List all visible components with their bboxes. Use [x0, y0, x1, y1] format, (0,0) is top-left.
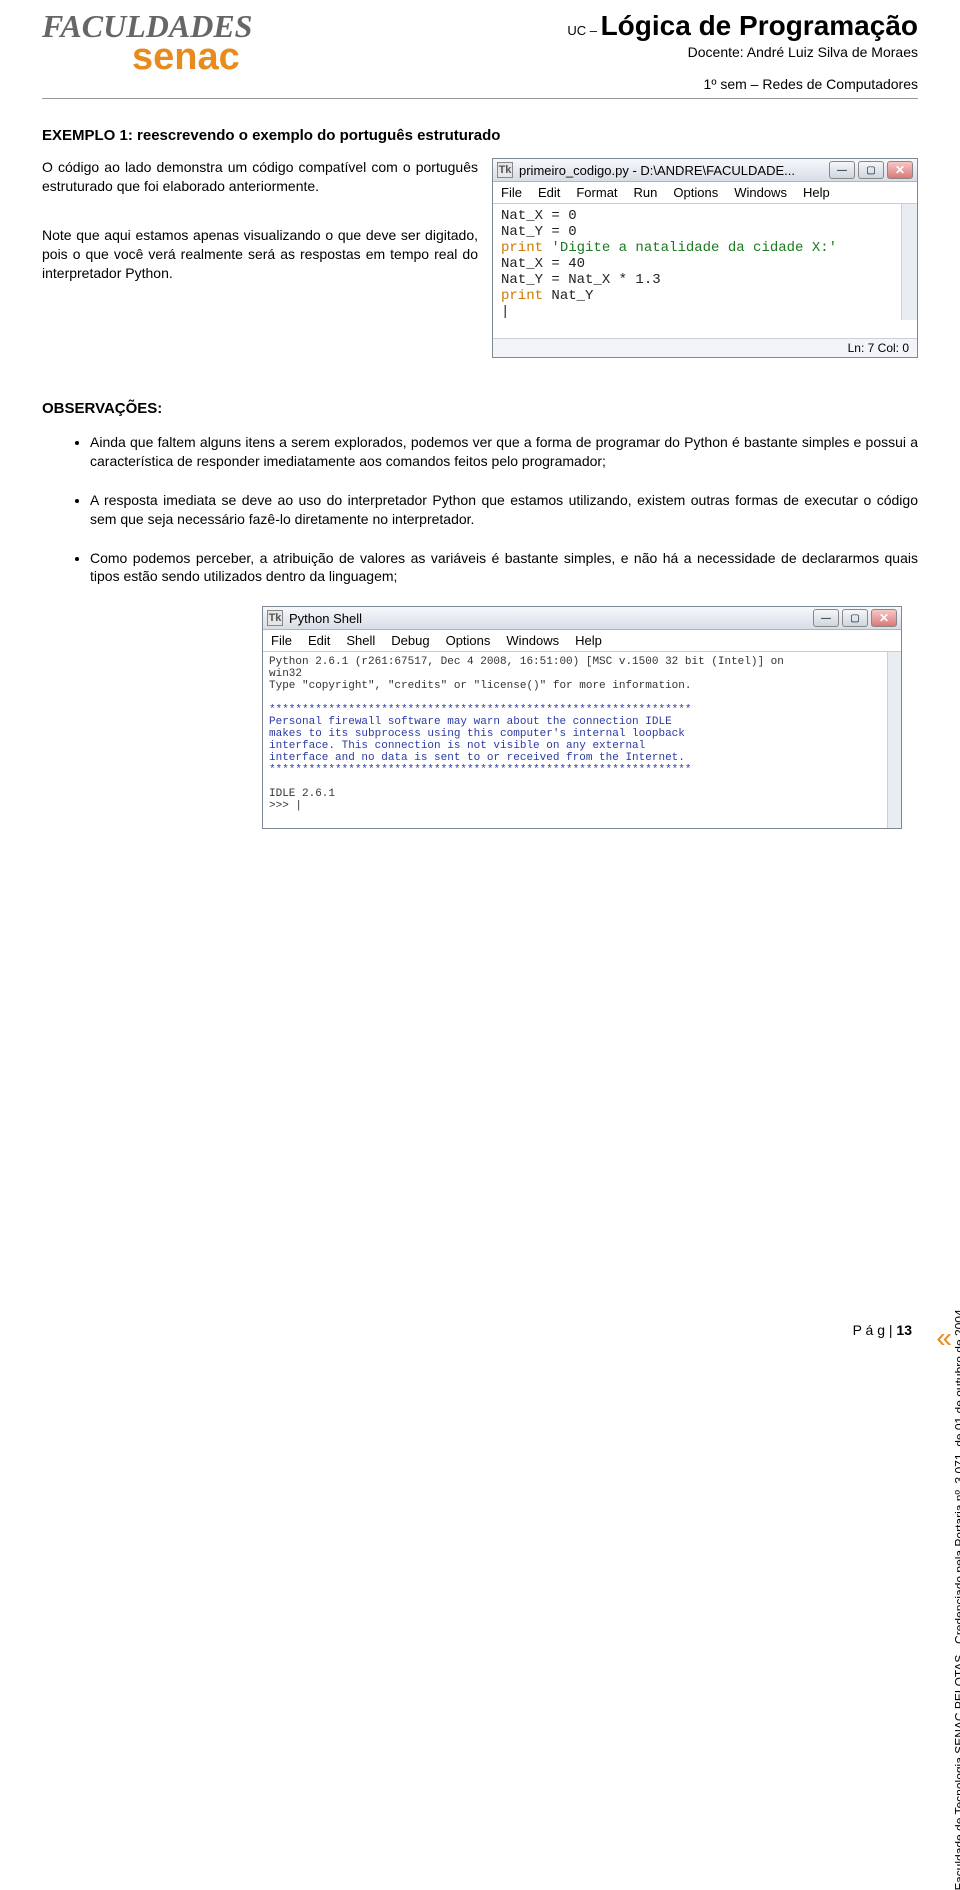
menu-windows[interactable]: Windows	[506, 633, 559, 648]
logo: FACULDADES senac	[42, 10, 302, 74]
page-number: P á g | 13	[853, 1322, 912, 1338]
shell-line: IDLE 2.6.1	[269, 788, 895, 800]
shell-line: ****************************************…	[269, 704, 895, 716]
menu-edit[interactable]: Edit	[308, 633, 330, 648]
list-item: Ainda que faltem alguns itens a serem ex…	[90, 433, 918, 471]
shell-title: Python Shell	[289, 611, 362, 626]
minimize-button[interactable]: —	[829, 161, 855, 179]
logo-bottom: senac	[132, 40, 302, 74]
statusbar: Ln: 7 Col: 0	[493, 338, 917, 357]
code-area[interactable]: Nat_X = 0 Nat_Y = 0 print 'Digite a nata…	[493, 204, 917, 338]
idle-editor-window: Tk primeiro_codigo.py - D:\ANDRE\FACULDA…	[492, 158, 918, 358]
shell-line: win32	[269, 668, 895, 680]
code-line: print Nat_Y	[501, 288, 909, 304]
observacoes-list: Ainda que faltem alguns itens a serem ex…	[42, 433, 918, 586]
code-line: Nat_Y = 0	[501, 224, 909, 240]
minimize-button[interactable]: —	[813, 609, 839, 627]
window-title: primeiro_codigo.py - D:\ANDRE\FACULDADE.…	[519, 163, 795, 178]
vertical-credit: Faculdade de Tecnologia SENAC PELOTAS - …	[938, 560, 952, 1320]
code-line: Nat_Y = Nat_X * 1.3	[501, 272, 909, 288]
para2: Note que aqui estamos apenas visualizand…	[42, 226, 478, 283]
example-title: EXEMPLO 1: reescrevendo o exemplo do por…	[42, 127, 918, 144]
menu-debug[interactable]: Debug	[391, 633, 429, 648]
python-shell-window: Tk Python Shell — ▢ ✕ File Edit Shell De…	[262, 606, 902, 829]
shell-titlebar[interactable]: Tk Python Shell — ▢ ✕	[263, 607, 901, 630]
maximize-button[interactable]: ▢	[842, 609, 868, 627]
list-item: Como podemos perceber, a atribuição de v…	[90, 549, 918, 587]
page-header: FACULDADES senac UC – Lógica de Programa…	[42, 10, 918, 99]
code-line: Nat_X = 40	[501, 256, 909, 272]
uc-title: Lógica de Programação	[601, 10, 918, 41]
para1: O código ao lado demonstra um código com…	[42, 158, 478, 196]
menu-options[interactable]: Options	[673, 185, 718, 200]
menu-shell[interactable]: Shell	[346, 633, 375, 648]
shell-line: Type "copyright", "credits" or "license(…	[269, 680, 895, 692]
menu-help[interactable]: Help	[803, 185, 830, 200]
scrollbar[interactable]	[901, 204, 917, 320]
uc-prefix: UC –	[567, 23, 597, 38]
cursor-line: |	[501, 304, 909, 320]
shell-line: interface and no data is sent to or rece…	[269, 752, 895, 764]
close-button[interactable]: ✕	[887, 161, 913, 179]
list-item: A resposta imediata se deve ao uso do in…	[90, 491, 918, 529]
menu-windows[interactable]: Windows	[734, 185, 787, 200]
shell-line: Personal firewall software may warn abou…	[269, 716, 895, 728]
maximize-button[interactable]: ▢	[858, 161, 884, 179]
menu-options[interactable]: Options	[446, 633, 491, 648]
menu-run[interactable]: Run	[634, 185, 658, 200]
shell-line: Python 2.6.1 (r261:67517, Dec 4 2008, 16…	[269, 656, 895, 668]
shell-line: interface. This connection is not visibl…	[269, 740, 895, 752]
titlebar[interactable]: Tk primeiro_codigo.py - D:\ANDRE\FACULDA…	[493, 159, 917, 182]
tk-icon: Tk	[267, 610, 283, 626]
tk-icon: Tk	[497, 162, 513, 178]
menu-file[interactable]: File	[501, 185, 522, 200]
close-button[interactable]: ✕	[871, 609, 897, 627]
menu-edit[interactable]: Edit	[538, 185, 560, 200]
menu-format[interactable]: Format	[576, 185, 617, 200]
shell-body[interactable]: Python 2.6.1 (r261:67517, Dec 4 2008, 16…	[263, 652, 901, 828]
shell-prompt: >>> |	[269, 800, 895, 812]
menu-help[interactable]: Help	[575, 633, 602, 648]
shell-menubar: File Edit Shell Debug Options Windows He…	[263, 630, 901, 652]
shell-line: ****************************************…	[269, 764, 895, 776]
observacoes-title: OBSERVAÇÕES:	[42, 400, 918, 417]
scrollbar[interactable]	[887, 652, 901, 828]
description-column: O código ao lado demonstra um código com…	[42, 158, 478, 358]
header-text: UC – Lógica de Programação Docente: Andr…	[302, 10, 918, 92]
code-line: print 'Digite a natalidade da cidade X:'	[501, 240, 909, 256]
menu-file[interactable]: File	[271, 633, 292, 648]
chevron-icon: «	[936, 1332, 952, 1344]
sem: 1º sem – Redes de Computadores	[302, 76, 918, 92]
menubar: File Edit Format Run Options Windows Hel…	[493, 182, 917, 204]
docente: Docente: André Luiz Silva de Moraes	[302, 44, 918, 60]
code-line: Nat_X = 0	[501, 208, 909, 224]
shell-line: makes to its subprocess using this compu…	[269, 728, 895, 740]
